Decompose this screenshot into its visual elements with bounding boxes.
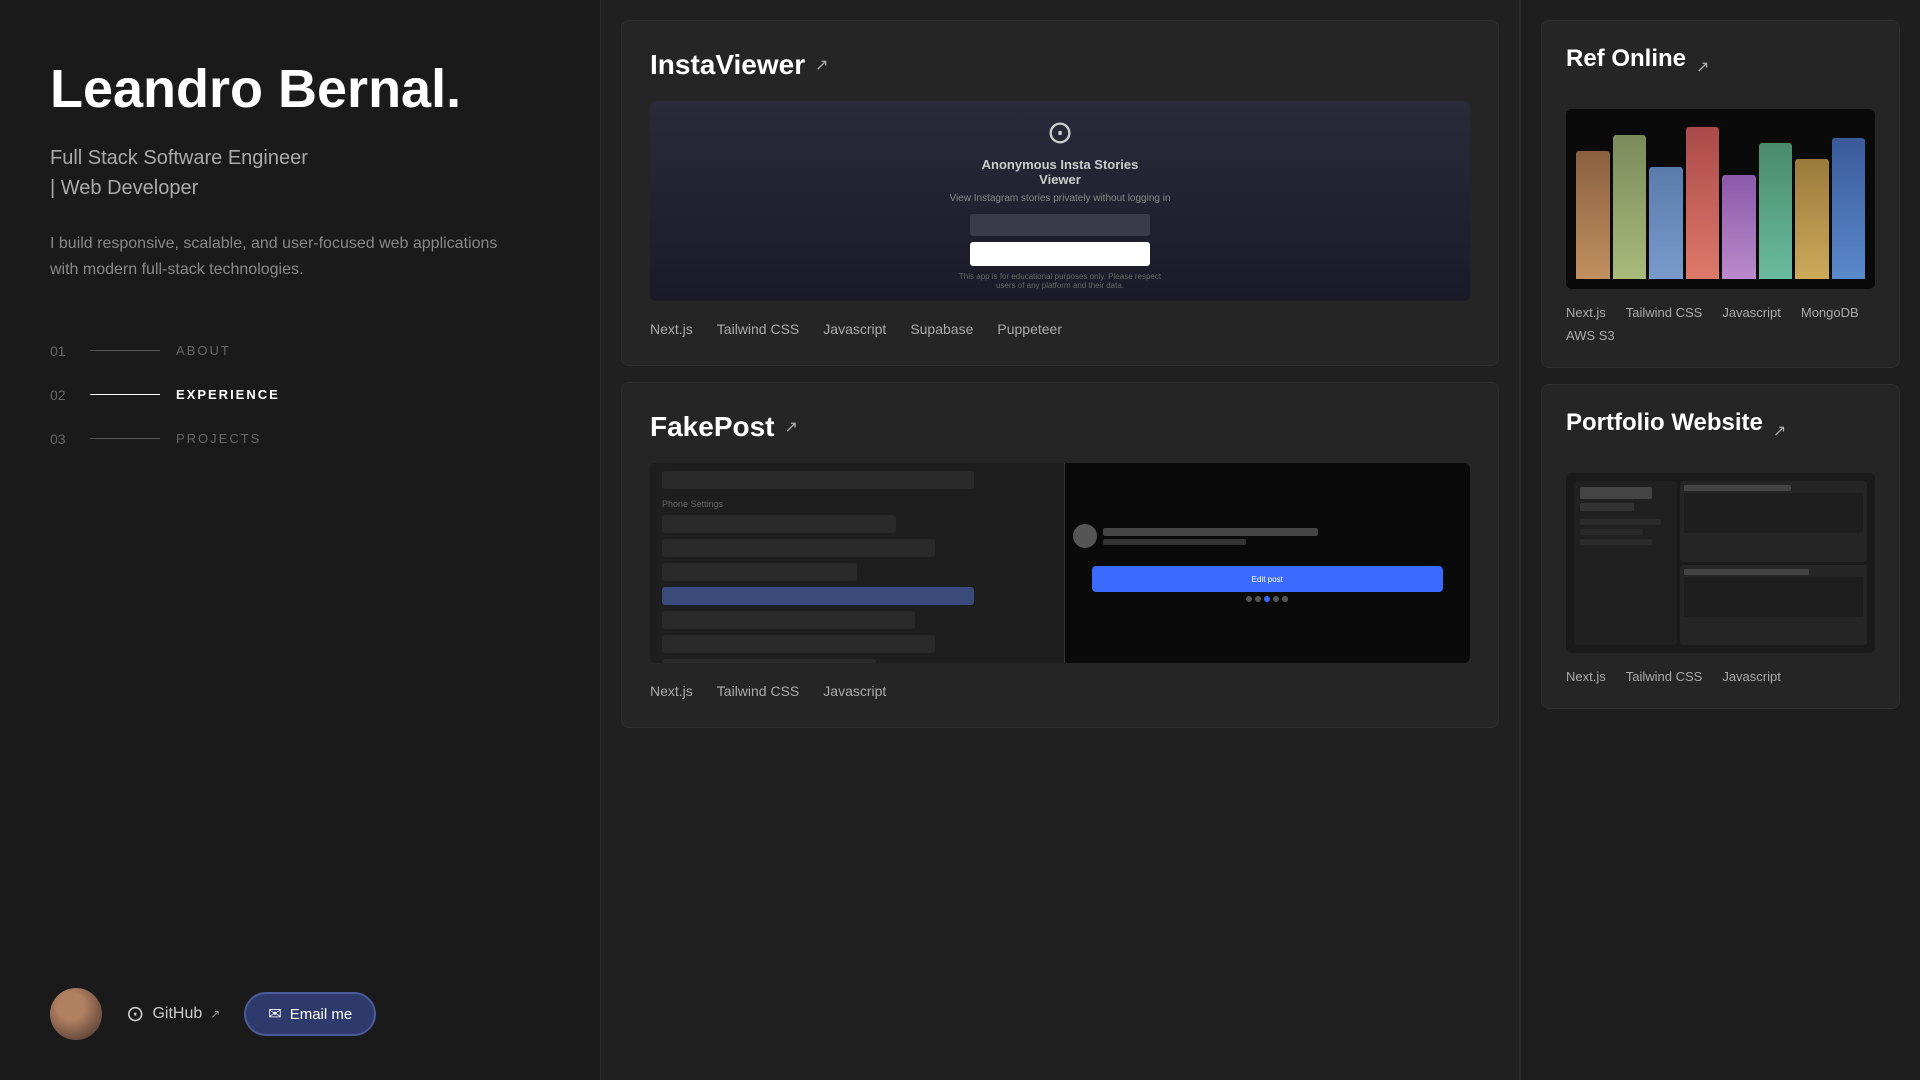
external-link-fakepost-icon[interactable]: ↗: [785, 417, 798, 437]
project-title-instaviewer: InstaViewer: [650, 49, 805, 81]
project-title-ref-online: Ref Online: [1566, 45, 1686, 73]
dot-3: [1264, 596, 1270, 602]
nav-label-projects: PROJECTS: [176, 431, 261, 446]
project-header-fakepost: FakePost ↗: [650, 411, 1470, 443]
project-card-portfolio: Portfolio Website ↗: [1541, 384, 1900, 709]
sidebar-bottom: ⊙ GitHub ↗ ✉ Email me: [50, 988, 550, 1040]
github-link[interactable]: ⊙ GitHub ↗: [126, 1001, 220, 1027]
fakepost-right-panel: Edit post: [1065, 516, 1471, 610]
title-line2: | Web Developer: [50, 177, 198, 199]
instaviewer-desc: View Instagram stories privately without…: [949, 193, 1170, 204]
external-link-ref-icon[interactable]: ↗: [1696, 57, 1709, 77]
project-tags-instaviewer: Next.js Tailwind CSS Javascript Supabase…: [650, 321, 1470, 337]
tag-javascript-ref: Javascript: [1722, 305, 1781, 320]
nav-line-3: [90, 438, 160, 439]
instaviewer-input-mock: [970, 214, 1150, 236]
tag-tailwind-2: Tailwind CSS: [717, 683, 799, 699]
sidebar: Leandro Bernal. Full Stack Software Engi…: [0, 0, 600, 1080]
avatar-image: [50, 988, 102, 1040]
project-tags-ref-online: Next.js Tailwind CSS Javascript MongoDB …: [1566, 305, 1875, 343]
nav-num-2: 02: [50, 387, 74, 403]
screenshot-portfolio: [1566, 473, 1875, 653]
project-tags-fakepost: Next.js Tailwind CSS Javascript: [650, 683, 1470, 699]
instaviewer-fine-text: This app is for educational purposes onl…: [959, 272, 1161, 290]
main-content: InstaViewer ↗ ⊙ Anonymous Insta StoriesV…: [600, 0, 1920, 1080]
title-text: Full Stack Software Engineer | Web Devel…: [50, 143, 550, 203]
project-title-portfolio: Portfolio Website: [1566, 409, 1763, 437]
tag-nextjs-ref: Next.js: [1566, 305, 1606, 320]
project-card-fakepost: FakePost ↗ FakePost Phone Settings: [621, 382, 1499, 728]
nav-line-1: [90, 350, 160, 351]
github-label: GitHub: [152, 1005, 202, 1023]
title-line1: Full Stack Software Engineer: [50, 147, 308, 169]
nav-num-3: 03: [50, 431, 74, 447]
tag-tailwind-portfolio: Tailwind CSS: [1626, 669, 1703, 684]
project-header-portfolio: Portfolio Website ↗: [1566, 409, 1875, 453]
instagram-icon: ⊙: [1047, 113, 1074, 151]
tag-nextjs-2: Next.js: [650, 683, 693, 699]
nav-label-experience: EXPERIENCE: [176, 387, 280, 402]
tag-mongodb: MongoDB: [1801, 305, 1859, 320]
sidebar-item-about[interactable]: 01 ABOUT: [50, 343, 550, 359]
nav-num-1: 01: [50, 343, 74, 359]
tag-tailwind-ref: Tailwind CSS: [1626, 305, 1703, 320]
screenshot-fakepost: FakePost Phone Settings: [650, 463, 1470, 663]
dot-1: [1246, 596, 1252, 602]
tag-javascript-portfolio: Javascript: [1722, 669, 1781, 684]
tag-puppeteer: Puppeteer: [997, 321, 1062, 337]
nav-menu: 01 ABOUT 02 EXPERIENCE 03 PROJECTS: [50, 343, 550, 447]
project-title-fakepost: FakePost: [650, 411, 775, 443]
screenshot-ref-online: [1566, 109, 1875, 289]
bio-text: I build responsive, scalable, and user-f…: [50, 231, 530, 282]
project-card-instaviewer: InstaViewer ↗ ⊙ Anonymous Insta StoriesV…: [621, 20, 1499, 366]
tag-tailwind-1: Tailwind CSS: [717, 321, 799, 337]
external-link-portfolio-icon[interactable]: ↗: [1773, 421, 1786, 441]
github-icon: ⊙: [126, 1001, 144, 1027]
name-heading: Leandro Bernal.: [50, 60, 550, 119]
project-tags-portfolio: Next.js Tailwind CSS Javascript: [1566, 669, 1875, 684]
sidebar-top: Leandro Bernal. Full Stack Software Engi…: [50, 60, 550, 507]
instaviewer-btn-mock: [970, 242, 1150, 266]
sidebar-item-experience[interactable]: 02 EXPERIENCE: [50, 387, 550, 403]
tag-javascript-2: Javascript: [823, 683, 886, 699]
email-label: Email me: [290, 1006, 353, 1023]
fakepost-dots: [1246, 596, 1288, 602]
right-column: Ref Online ↗: [1520, 0, 1920, 1080]
fakepost-left-panel: FakePost Phone Settings: [650, 463, 1065, 663]
external-link-instaviewer-icon[interactable]: ↗: [815, 55, 828, 75]
project-header-ref-online: Ref Online ↗: [1566, 45, 1875, 89]
tag-javascript-1: Javascript: [823, 321, 886, 337]
external-link-icon: ↗: [210, 1007, 220, 1021]
dot-5: [1282, 596, 1288, 602]
nav-line-2: [90, 394, 160, 395]
sidebar-item-projects[interactable]: 03 PROJECTS: [50, 431, 550, 447]
tag-supabase: Supabase: [910, 321, 973, 337]
instaviewer-heading: Anonymous Insta StoriesViewer: [982, 157, 1139, 187]
email-button[interactable]: ✉ Email me: [244, 992, 376, 1036]
tag-nextjs-portfolio: Next.js: [1566, 669, 1606, 684]
tag-aws-s3: AWS S3: [1566, 328, 1615, 343]
tag-nextjs-1: Next.js: [650, 321, 693, 337]
avatar: [50, 988, 102, 1040]
dot-4: [1273, 596, 1279, 602]
project-header-instaviewer: InstaViewer ↗: [650, 49, 1470, 81]
email-icon: ✉: [268, 1004, 281, 1024]
nav-label-about: ABOUT: [176, 343, 231, 358]
center-column: InstaViewer ↗ ⊙ Anonymous Insta StoriesV…: [600, 0, 1520, 1080]
screenshot-instaviewer: ⊙ Anonymous Insta StoriesViewer View Ins…: [650, 101, 1470, 301]
project-card-ref-online: Ref Online ↗: [1541, 20, 1900, 368]
dot-2: [1255, 596, 1261, 602]
